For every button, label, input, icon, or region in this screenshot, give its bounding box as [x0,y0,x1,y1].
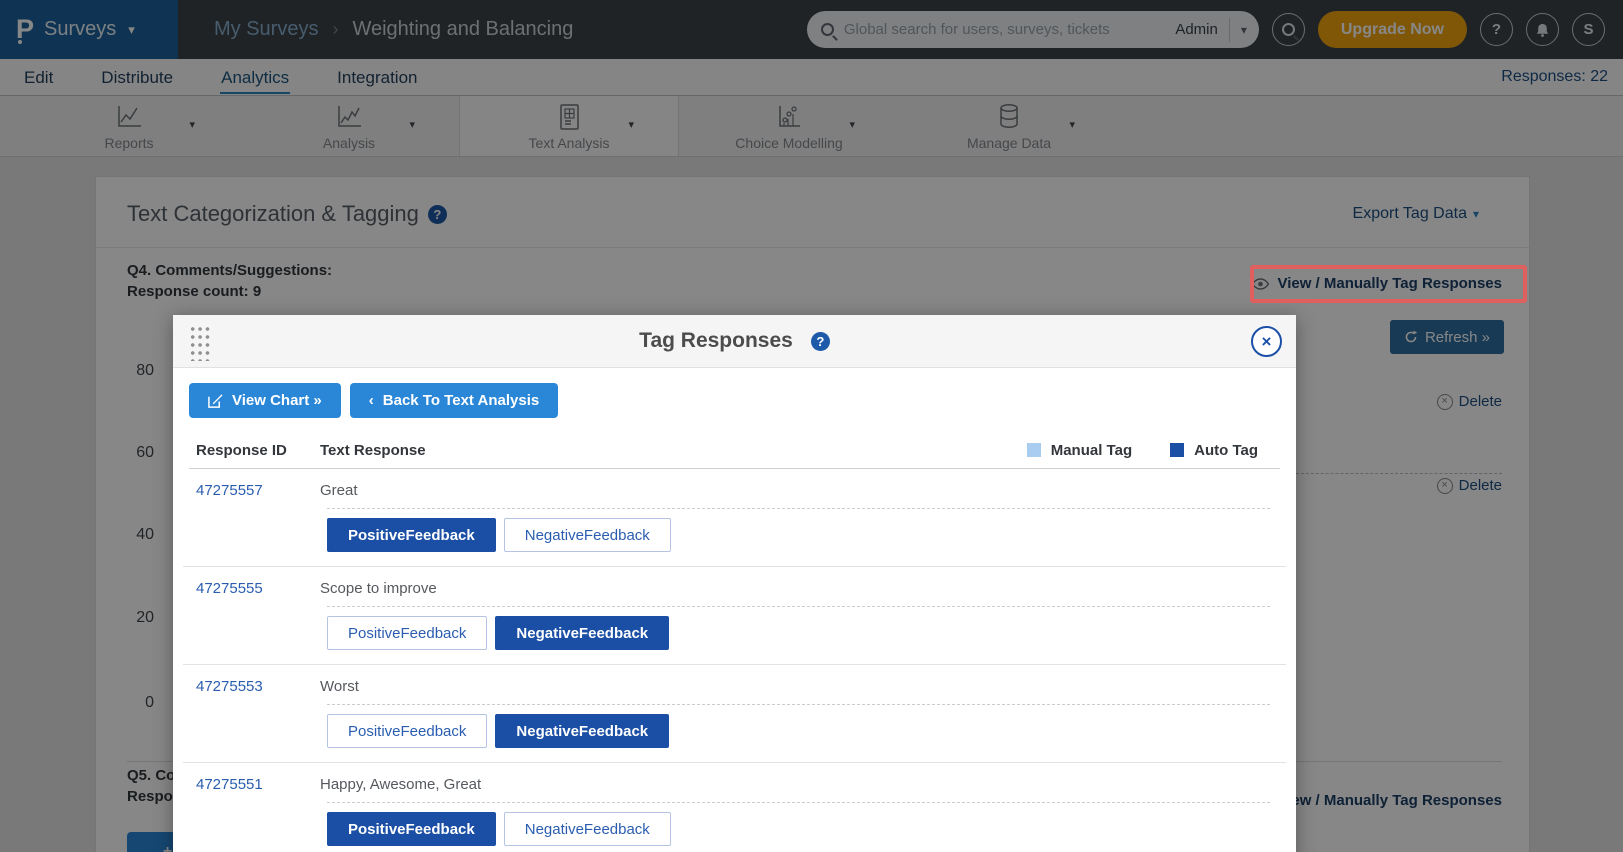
tag-button-positive-feedback[interactable]: PositiveFeedback [327,518,496,552]
auto-tag-label: Auto Tag [1194,442,1258,459]
divider [327,606,1270,607]
tag-button-positive-feedback[interactable]: PositiveFeedback [327,812,496,846]
divider [327,704,1270,705]
app-window: P Surveys ▾ My Surveys › Weighting and B… [0,0,1623,852]
manual-tag-swatch [1027,443,1041,457]
auto-tag-swatch [1170,443,1184,457]
tag-button-negative-feedback[interactable]: NegativeFeedback [495,616,669,650]
response-row: 47275553 Worst PositiveFeedback Negative… [183,665,1286,763]
response-text: Worst [320,678,359,695]
response-id-link[interactable]: 47275553 [189,678,320,695]
tag-responses-modal: Tag Responses ? × View Chart » ‹ Back To… [173,315,1296,852]
response-id-link[interactable]: 47275551 [189,776,320,793]
tag-button-negative-feedback[interactable]: NegativeFeedback [504,518,671,552]
response-row: 47275557 Great PositiveFeedback Negative… [183,469,1286,567]
modal-header: Tag Responses ? × [173,315,1296,368]
manual-tag-label: Manual Tag [1051,442,1132,459]
response-id-link[interactable]: 47275555 [189,580,320,597]
response-row: 47275555 Scope to improve PositiveFeedba… [183,567,1286,665]
back-to-text-analysis-label: Back To Text Analysis [383,392,539,409]
back-to-text-analysis-button[interactable]: ‹ Back To Text Analysis [350,383,558,418]
chevron-left-icon: ‹ [369,392,374,409]
help-icon[interactable]: ? [811,332,830,351]
response-text: Great [320,482,358,499]
response-text: Happy, Awesome, Great [320,776,481,793]
close-icon[interactable]: × [1251,326,1282,357]
tag-legend: Manual Tag Auto Tag [1027,442,1280,459]
tag-button-positive-feedback[interactable]: PositiveFeedback [327,714,487,748]
view-chart-button[interactable]: View Chart » [189,383,341,418]
divider [327,508,1270,509]
view-chart-label: View Chart » [232,392,322,409]
edit-icon [208,393,223,408]
column-response-id: Response ID [189,442,320,459]
tag-button-negative-feedback[interactable]: NegativeFeedback [504,812,671,846]
response-text: Scope to improve [320,580,437,597]
tag-button-positive-feedback[interactable]: PositiveFeedback [327,616,487,650]
responses-table-header: Response ID Text Response Manual Tag Aut… [189,432,1280,469]
drag-handle-icon[interactable] [188,324,210,361]
response-id-link[interactable]: 47275557 [189,482,320,499]
column-text-response: Text Response [320,442,426,459]
tag-button-negative-feedback[interactable]: NegativeFeedback [495,714,669,748]
modal-actions: View Chart » ‹ Back To Text Analysis [173,368,1296,432]
response-row: 47275551 Happy, Awesome, Great PositiveF… [183,763,1286,852]
modal-title: Tag Responses [639,329,793,353]
divider [327,802,1270,803]
